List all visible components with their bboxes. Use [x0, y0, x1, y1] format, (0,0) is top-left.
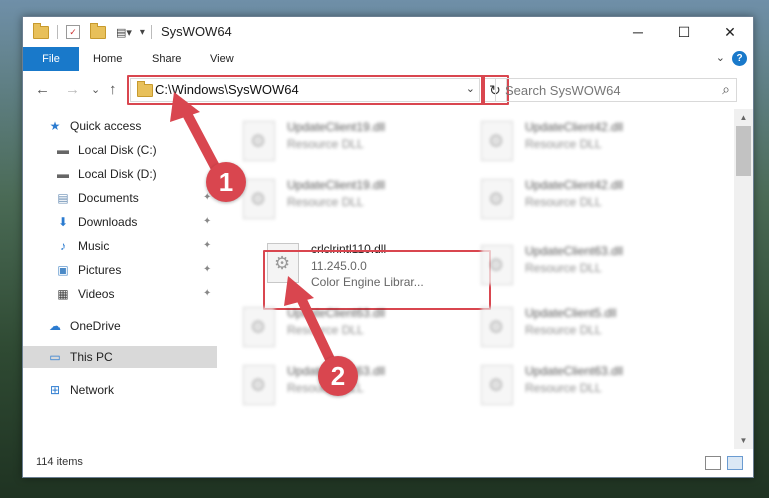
arrow-2-head: [284, 276, 314, 306]
annotation-arrows: [170, 92, 341, 377]
step-badge-1: 1: [206, 162, 246, 202]
step-badge-2: 2: [318, 356, 358, 396]
